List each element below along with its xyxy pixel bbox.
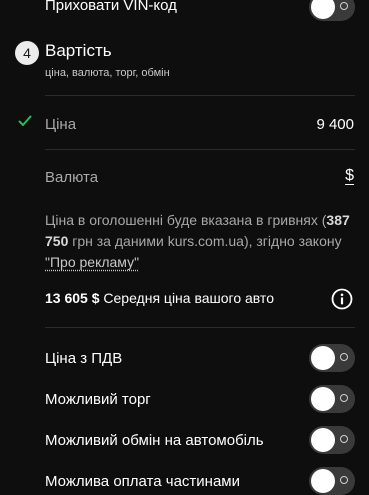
installments-toggle[interactable]: [309, 467, 355, 495]
average-price-label: Середня ціна вашого авто: [103, 290, 274, 306]
advertising-law-link[interactable]: "Про рекламу": [45, 254, 139, 270]
note-text-before: Ціна в оголошенні буде вказана в гривнях…: [45, 212, 327, 228]
average-price-amount: 13 605 $: [45, 290, 100, 306]
toggle-knob: [311, 346, 335, 370]
check-icon: [18, 114, 32, 132]
hide-vin-label: Приховати VIN-код: [45, 0, 177, 14]
toggle-off-icon: [340, 394, 348, 402]
info-icon[interactable]: [331, 288, 353, 315]
divider: [45, 95, 355, 96]
toggle-knob: [311, 428, 335, 452]
price-label: Ціна: [45, 116, 77, 133]
section-title: Вартість: [45, 41, 112, 60]
exchange-label: Можливий обмін на автомобіль: [45, 432, 264, 449]
bargain-toggle[interactable]: [309, 385, 355, 413]
currency-symbol: $: [345, 167, 354, 184]
divider: [45, 149, 355, 150]
vat-label: Ціна з ПДВ: [45, 350, 123, 367]
toggle-knob: [311, 387, 335, 411]
currency-label: Валюта: [45, 169, 99, 186]
price-input[interactable]: 9 400: [316, 116, 354, 133]
installments-label: Можлива оплата частинами: [45, 473, 240, 490]
exchange-toggle[interactable]: [309, 426, 355, 454]
toggle-off-icon: [340, 435, 348, 443]
bargain-label: Можливий торг: [45, 391, 151, 408]
toggle-off-icon: [340, 476, 348, 484]
toggle-off-icon: [340, 353, 348, 361]
vat-toggle[interactable]: [309, 344, 355, 372]
hide-vin-toggle[interactable]: [309, 0, 355, 21]
toggle-off-icon: [340, 2, 348, 10]
currency-select[interactable]: $: [345, 167, 354, 185]
toggle-knob: [311, 469, 335, 493]
average-price: 13 605 $ Середня ціна вашого авто: [45, 290, 274, 306]
step-number-badge: 4: [15, 41, 39, 65]
section-subtitle: ціна, валюта, торг, обмін: [45, 67, 170, 79]
note-text-mid: грн за даними kurs.com.ua), згідно закон…: [68, 233, 342, 249]
divider: [45, 327, 355, 328]
price-note: Ціна в оголошенні буде вказана в гривнях…: [45, 210, 355, 273]
toggle-knob: [311, 0, 335, 19]
